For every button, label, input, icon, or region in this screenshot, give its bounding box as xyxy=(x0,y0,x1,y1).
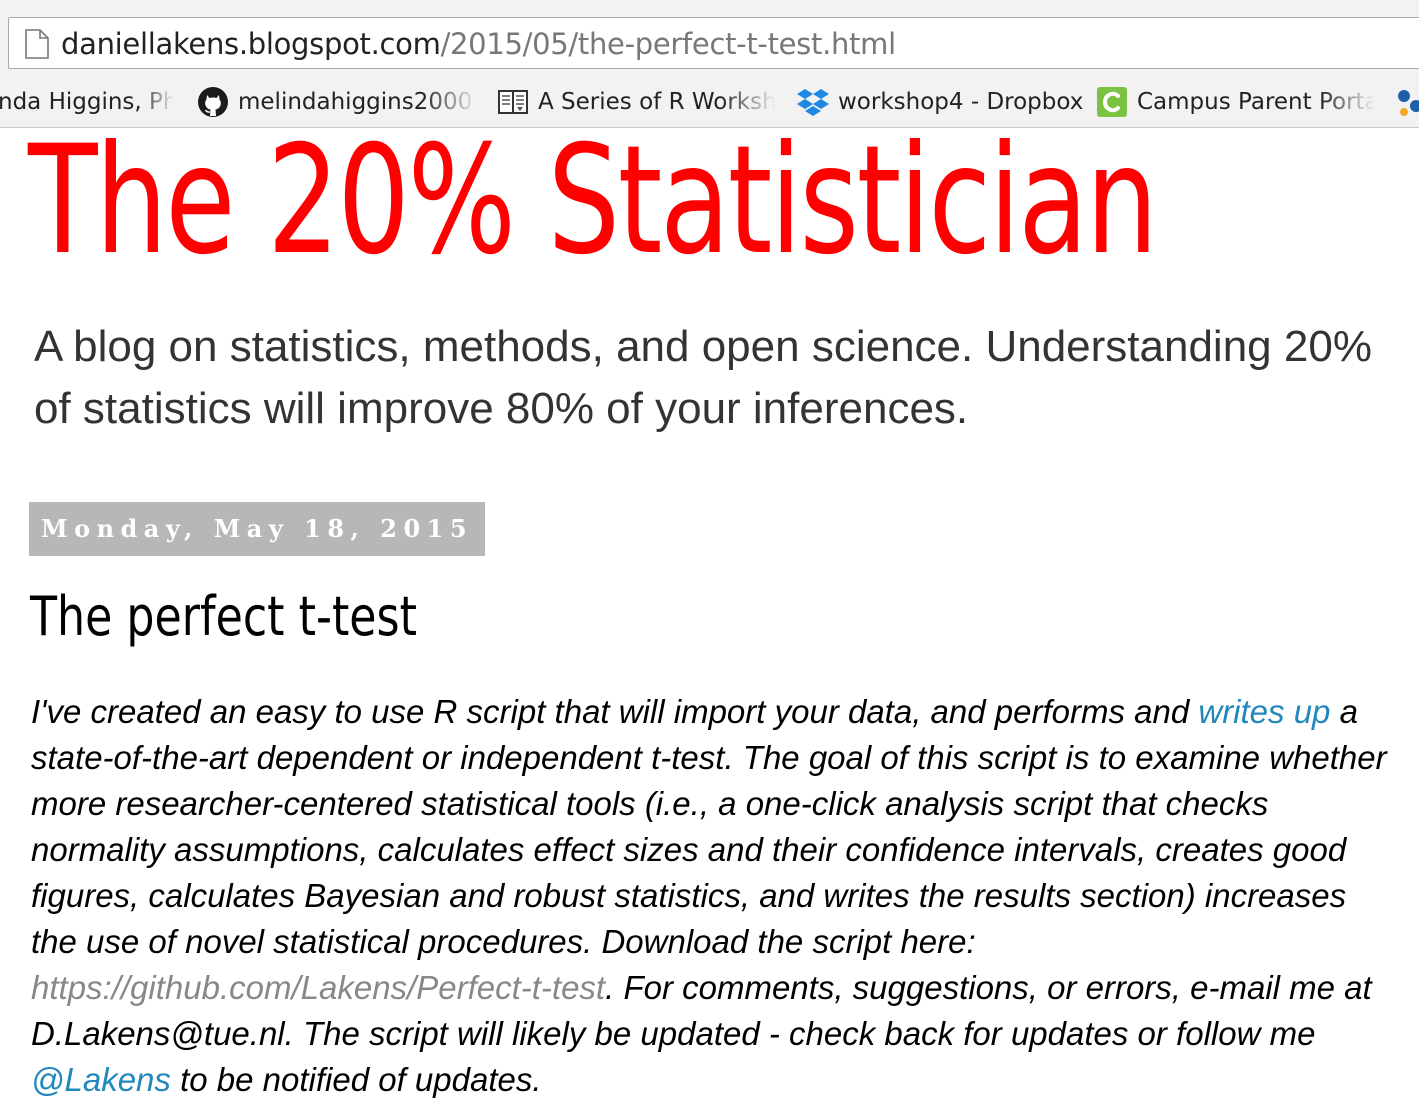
url-text[interactable]: daniellakens.blogspot.com/2015/05/the-pe… xyxy=(61,28,896,60)
post-body-text: to be notified of updates. xyxy=(170,1061,542,1098)
bookmark-label: melindahiggins2000 ( xyxy=(238,89,478,115)
bookmark-label: nda Higgins, Ph. xyxy=(0,89,174,115)
address-bar[interactable]: daniellakens.blogspot.com/2015/05/the-pe… xyxy=(8,17,1419,69)
post-body-text: I've created an easy to use R script tha… xyxy=(31,693,1199,730)
blog-title[interactable]: The 20% Statistician xyxy=(28,126,1158,276)
blog-description: A blog on statistics, methods, and open … xyxy=(34,322,1372,433)
bookmark-partial[interactable] xyxy=(1394,78,1419,126)
post-title[interactable]: The perfect t-test xyxy=(30,582,417,652)
url-path: /2015/05/the-perfect-t-test.html xyxy=(440,27,897,61)
bookmark-label: workshop4 - Dropbox xyxy=(838,89,1084,115)
page-icon xyxy=(25,29,49,59)
browser-toolbar: daniellakens.blogspot.com/2015/05/the-pe… xyxy=(0,0,1419,78)
post-body-text: a state-of-the-art dependent or independ… xyxy=(31,693,1387,960)
github-repo-link[interactable]: https://github.com/Lakens/Perfect-t-test xyxy=(31,969,605,1006)
bookmark-label: A Series of R Worksho xyxy=(538,89,776,115)
url-host: daniellakens.blogspot.com xyxy=(61,27,441,61)
twitter-handle-link[interactable]: @Lakens xyxy=(31,1061,171,1098)
post-body: I've created an easy to use R script tha… xyxy=(31,689,1401,1103)
app-icon xyxy=(1394,85,1419,119)
writes-up-link[interactable]: writes up xyxy=(1198,693,1330,730)
post-date-header: Monday, May 18, 2015 xyxy=(29,502,486,556)
bookmark-label: Campus Parent Portal xyxy=(1137,89,1375,115)
